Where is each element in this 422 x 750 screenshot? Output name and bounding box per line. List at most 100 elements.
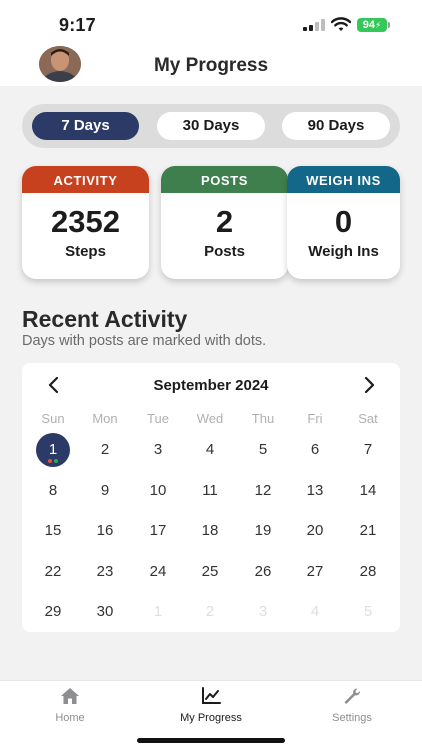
calendar-day[interactable]: 4 [184,435,236,465]
calendar-day[interactable]: 13 [289,476,341,506]
calendar-day-number: 2 [205,603,215,620]
calendar-day[interactable]: 16 [79,516,131,546]
calendar-day[interactable]: 5 [237,435,289,465]
next-month-button[interactable] [359,375,379,395]
calendar-day-outside: 5 [342,597,394,627]
calendar-day-number: 12 [254,482,272,499]
tab-my-progress[interactable]: My Progress [151,687,271,724]
calendar-day-number: 19 [254,522,272,539]
calendar-day-number: 26 [254,563,272,580]
posts-card[interactable]: POSTS 2 Posts [161,166,288,279]
calendar-day[interactable]: 21 [342,516,394,546]
calendar-day[interactable]: 8 [27,476,79,506]
calendar-day[interactable]: 27 [289,557,341,587]
cellular-signal-icon [303,19,325,31]
calendar-day[interactable]: 11 [184,476,236,506]
post-dot [54,459,58,463]
weigh-ins-value: 0 [334,204,353,239]
tab-settings[interactable]: Settings [292,687,412,724]
calendar-day[interactable]: 20 [289,516,341,546]
post-dot [48,459,52,463]
calendar-day-number: 16 [96,522,114,539]
status-time: 9:17 [59,15,96,35]
calendar-day[interactable]: 6 [289,435,341,465]
activity-card-header: ACTIVITY [22,166,149,193]
weekday-label: Tue [147,411,169,426]
calendar-day-number: 29 [44,603,62,620]
calendar-day[interactable]: 19 [237,516,289,546]
weigh-ins-label: Weigh Ins [308,243,379,260]
calendar-day[interactable]: 2 [79,435,131,465]
range-selector: 7 Days 30 Days 90 Days [22,104,400,148]
calendar-month-label: September 2024 [153,377,269,394]
calendar-day[interactable]: 1 [27,433,79,467]
status-bar: 9:17 94⚡ [0,0,422,46]
tab-settings-label: Settings [332,712,372,724]
wifi-icon [331,17,351,31]
battery-level: 94 [362,19,375,31]
calendar-day-number: 5 [258,441,268,458]
calendar-day[interactable]: 10 [132,476,184,506]
weekday-label: Fri [307,411,323,426]
calendar-day-number: 14 [359,482,377,499]
calendar-day[interactable]: 22 [27,557,79,587]
section-subtitle: Days with posts are marked with dots. [22,333,267,349]
calendar-day-number: 17 [149,522,167,539]
calendar-day[interactable]: 30 [79,597,131,627]
calendar-day-outside: 2 [184,597,236,627]
calendar-day[interactable]: 14 [342,476,394,506]
activity-card[interactable]: ACTIVITY 2352 Steps [22,166,149,279]
calendar-day-number: 30 [96,603,114,620]
calendar-day-number: 20 [306,522,324,539]
calendar-day-number: 27 [306,563,324,580]
range-30-days-button[interactable]: 30 Days [157,112,265,140]
wrench-icon [344,688,361,704]
range-90-days-button[interactable]: 90 Days [282,112,390,140]
calendar-day[interactable]: 7 [342,435,394,465]
calendar-day[interactable]: 9 [79,476,131,506]
calendar-day-number: 5 [363,603,373,620]
calendar-day[interactable]: 29 [27,597,79,627]
weekday-label: Thu [251,411,275,426]
calendar-day-number: 24 [149,563,167,580]
calendar-day[interactable]: 28 [342,557,394,587]
section-title: Recent Activity [22,306,188,332]
calendar-day-outside: 4 [289,597,341,627]
range-7-days-button[interactable]: 7 Days [32,112,139,140]
calendar-day[interactable]: 17 [132,516,184,546]
calendar-day-number: 1 [153,603,163,620]
weigh-ins-card[interactable]: WEIGH INS 0 Weigh Ins [287,166,400,279]
calendar-day-number: 2 [100,441,110,458]
posts-label: Posts [204,243,245,260]
posts-value: 2 [215,204,234,239]
tab-home[interactable]: Home [10,687,130,724]
calendar-day[interactable]: 3 [132,435,184,465]
calendar-day[interactable]: 24 [132,557,184,587]
calendar-day[interactable]: 26 [237,557,289,587]
calendar: September 2024 Sun Mon Tue Wed Thu Fri Sat 1 2 3 4… [22,363,400,632]
calendar-day[interactable]: 18 [184,516,236,546]
calendar-day-number: 25 [201,563,219,580]
calendar-day-outside: 1 [132,597,184,627]
steps-value: 2352 [51,204,120,239]
calendar-day-number: 18 [201,522,219,539]
weekday-label: Sat [358,411,378,426]
header: My Progress [0,46,422,86]
calendar-day[interactable]: 15 [27,516,79,546]
calendar-day-number: 8 [48,482,58,499]
calendar-day-number: 28 [359,563,377,580]
home-indicator [137,738,285,743]
posts-card-header: POSTS [161,166,288,193]
tab-home-label: Home [55,712,85,724]
calendar-day-number: 3 [258,603,268,620]
calendar-day-number: 21 [359,522,377,539]
battery-indicator: 94⚡ [357,18,387,32]
calendar-day-outside: 3 [237,597,289,627]
calendar-day-number: 23 [96,563,114,580]
calendar-day-number: 15 [44,522,62,539]
battery-tip [388,22,390,28]
calendar-day-number: 1 [48,441,58,458]
calendar-day[interactable]: 12 [237,476,289,506]
calendar-day[interactable]: 23 [79,557,131,587]
calendar-day[interactable]: 25 [184,557,236,587]
